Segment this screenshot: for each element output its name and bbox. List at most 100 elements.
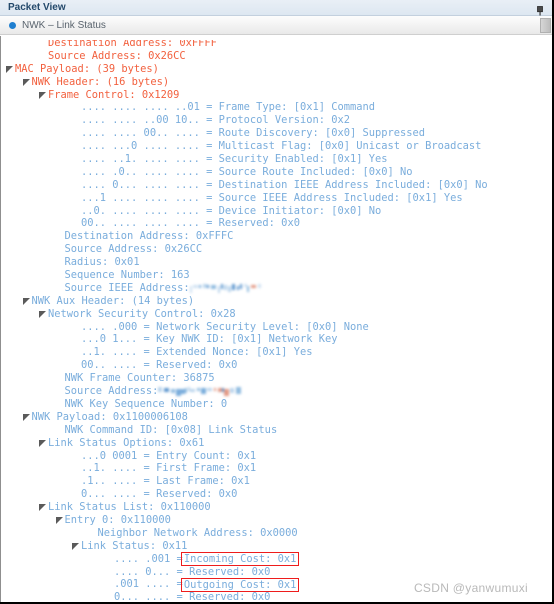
tree-row-label: NWK Payload: 0x1100006108	[31, 410, 188, 423]
tree-row[interactable]: .... .0.. .... .... = Source Route Inclu…	[1, 166, 552, 179]
tree-row-label: Source Address:	[64, 385, 159, 398]
expander-icon[interactable]	[5, 65, 14, 74]
tree-row-label: Source Address: 0x26CC	[64, 243, 203, 256]
tree-row[interactable]: MAC Payload: (39 bytes)	[1, 63, 552, 76]
expander-icon[interactable]	[38, 91, 47, 100]
tree-row-label: .... .0.. .... .... = Source Route Inclu…	[81, 165, 413, 178]
tree-row[interactable]: .... .001 = Incoming Cost: 0x1	[1, 552, 552, 567]
tree-row-label: Destination Address: 0xFFFC	[64, 230, 234, 243]
tree-row[interactable]: Radius: 0x01	[1, 256, 552, 269]
tree-row[interactable]: .... 0... .... .... = Destination IEEE A…	[1, 179, 552, 192]
packet-view-window: Packet View NWK – Link Status Destinatio…	[0, 0, 554, 604]
tree-row[interactable]: Frame Control: 0x1209	[1, 89, 552, 102]
watermark: CSDN @yanwumuxi	[413, 581, 528, 595]
tree-row[interactable]: 0... .... = Reserved: 0x0	[1, 488, 552, 501]
tree-row[interactable]: NWK Command ID: [0x08] Link Status	[1, 424, 552, 437]
tree-row-label: Neighbor Network Address: 0x0000	[97, 526, 298, 539]
expander-icon[interactable]	[38, 310, 47, 319]
packet-field-tree: Destination Address: 0xFFFF Source Addres…	[1, 36, 552, 602]
tree-row[interactable]: Destination Address: 0xFFFF	[1, 40, 552, 50]
tree-row[interactable]: Source Address: 0x26CC	[1, 50, 552, 63]
window-titlebar: Packet View	[0, 0, 552, 16]
tree-row-label: NWK Aux Header: (14 bytes)	[31, 294, 195, 307]
packet-detail-pane[interactable]: Destination Address: 0xFFFF Source Addres…	[0, 36, 552, 602]
window-title: Packet View	[8, 1, 66, 13]
tree-row-label: .... ..1. .... .... = Security Enabled: …	[81, 153, 388, 166]
tree-row[interactable]: .... .... .... ..01 = Frame Type: [0x1] …	[1, 101, 552, 114]
tree-row[interactable]: Neighbor Network Address: 0x0000	[1, 527, 552, 540]
tree-row-label: .... ...0 .... .... = Multicast Flag: [0…	[81, 140, 482, 153]
tree-row-label: Sequence Number: 163	[64, 269, 190, 282]
tree-row[interactable]: .... 0... = Reserved: 0x0	[1, 566, 552, 579]
expander-icon[interactable]	[38, 503, 47, 512]
expander-icon[interactable]	[55, 516, 64, 525]
tree-row[interactable]: Destination Address: 0xFFFC	[1, 230, 552, 243]
highlighted-field: Incoming Cost: 0x1	[180, 552, 300, 567]
tree-row-bitmask: .001 .... =	[114, 578, 183, 591]
tree-row-label: Link Status: 0x11	[81, 539, 188, 552]
scrollbar-thumb[interactable]	[540, 18, 551, 33]
tree-row-label: Network Security Control: 0x28	[48, 307, 236, 320]
tree-row[interactable]: .... ...0 .... .... = Multicast Flag: [0…	[1, 140, 552, 153]
tree-row[interactable]: NWK Aux Header: (14 bytes)	[1, 295, 552, 308]
tree-row[interactable]: NWK Key Sequence Number: 0	[1, 398, 552, 411]
tree-row[interactable]: .1.. .... = Last Frame: 0x1	[1, 475, 552, 488]
tree-row-label: ...0 0001 = Entry Count: 0x1	[81, 449, 257, 462]
tree-row-label: .1.. .... = Last Frame: 0x1	[81, 475, 250, 488]
tree-row[interactable]: Link Status List: 0x110000	[1, 501, 552, 514]
tree-row[interactable]: NWK Payload: 0x1100006108	[1, 411, 552, 424]
tree-row-label: .... .... 00.. .... = Route Discovery: […	[81, 127, 426, 140]
tree-row-label: Radius: 0x01	[64, 256, 140, 269]
tree-row-label: .... .... .... ..01 = Frame Type: [0x1] …	[81, 101, 376, 114]
tree-row-bitmask: .... .001 =	[114, 552, 183, 565]
tree-row-label: Source Address: 0x26CC	[48, 49, 186, 62]
tree-row-label: ..0. .... .... .... = Device Initiator: …	[81, 204, 382, 217]
tree-row-label: Entry 0: 0x110000	[64, 513, 171, 526]
tree-row-label: ...0 1... = Key NWK ID: [0x1] Network Ke…	[81, 333, 338, 346]
tree-row[interactable]: ...0 0001 = Entry Count: 0x1	[1, 450, 552, 463]
tree-row[interactable]: Link Status: 0x11	[1, 540, 552, 553]
tree-row[interactable]: ..1. .... = First Frame: 0x1	[1, 462, 552, 475]
tree-row[interactable]: Link Status Options: 0x61	[1, 437, 552, 450]
pin-icon[interactable]	[534, 2, 546, 16]
tree-row-label: Source IEEE Address:	[64, 281, 190, 294]
tree-row[interactable]: 00.. .... .... .... = Reserved: 0x0	[1, 217, 552, 230]
redacted-address	[189, 283, 261, 293]
expander-icon[interactable]	[22, 78, 31, 87]
tree-row[interactable]: Network Security Control: 0x28	[1, 308, 552, 321]
tree-row-label: ..1. .... = First Frame: 0x1	[81, 462, 257, 475]
tree-row[interactable]: .... .000 = Network Security Level: [0x0…	[1, 321, 552, 334]
tree-row[interactable]: Entry 0: 0x110000	[1, 514, 552, 527]
tree-row-label: ..1. .... = Extended Nonce: [0x1] Yes	[81, 346, 313, 359]
expander-icon[interactable]	[22, 413, 31, 422]
tree-row-label: NWK Frame Counter: 36875	[64, 372, 215, 385]
tree-row[interactable]: ..0. .... .... .... = Device Initiator: …	[1, 205, 552, 218]
expander-icon[interactable]	[22, 297, 31, 306]
tree-row-label: Link Status Options: 0x61	[48, 436, 205, 449]
tree-row[interactable]: ...1 .... .... .... = Source IEEE Addres…	[1, 192, 552, 205]
tree-row[interactable]: Source Address: 0x26CC	[1, 243, 552, 256]
tree-row[interactable]: NWK Header: (16 bytes)	[1, 76, 552, 89]
tree-row[interactable]: Source Address:	[1, 385, 552, 398]
expander-icon[interactable]	[38, 439, 47, 448]
tree-row-label: Link Status List: 0x110000	[48, 501, 211, 514]
tree-row[interactable]: Sequence Number: 163	[1, 269, 552, 282]
tree-row[interactable]: .... .... 00.. .... = Route Discovery: […	[1, 127, 552, 140]
tree-row[interactable]: Source IEEE Address:	[1, 282, 552, 295]
tree-row-label: 00.. .... .... .... = Reserved: 0x0	[81, 217, 300, 230]
tree-row[interactable]: NWK Frame Counter: 36875	[1, 372, 552, 385]
tree-row-label: MAC Payload: (39 bytes)	[15, 62, 159, 75]
packet-summary-label: NWK – Link Status	[22, 19, 106, 31]
tree-row[interactable]: ..1. .... = Extended Nonce: [0x1] Yes	[1, 346, 552, 359]
tree-row-label: 0... .... = Reserved: 0x0	[114, 591, 271, 602]
tree-row[interactable]: .... .... ..00 10.. = Protocol Version: …	[1, 114, 552, 127]
tree-row[interactable]: ...0 1... = Key NWK ID: [0x1] Network Ke…	[1, 333, 552, 346]
tree-row[interactable]: .... ..1. .... .... = Security Enabled: …	[1, 153, 552, 166]
tree-row-label: Frame Control: 0x1209	[48, 88, 180, 101]
packet-summary-bar[interactable]: NWK – Link Status	[0, 16, 552, 35]
tree-row-label: .... 0... = Reserved: 0x0	[114, 565, 271, 578]
tree-row[interactable]: 00.. .... = Reserved: 0x0	[1, 359, 552, 372]
expander-icon[interactable]	[71, 542, 80, 551]
tree-row-label: .... .000 = Network Security Level: [0x0…	[81, 320, 369, 333]
tree-row-label: 0... .... = Reserved: 0x0	[81, 488, 238, 501]
